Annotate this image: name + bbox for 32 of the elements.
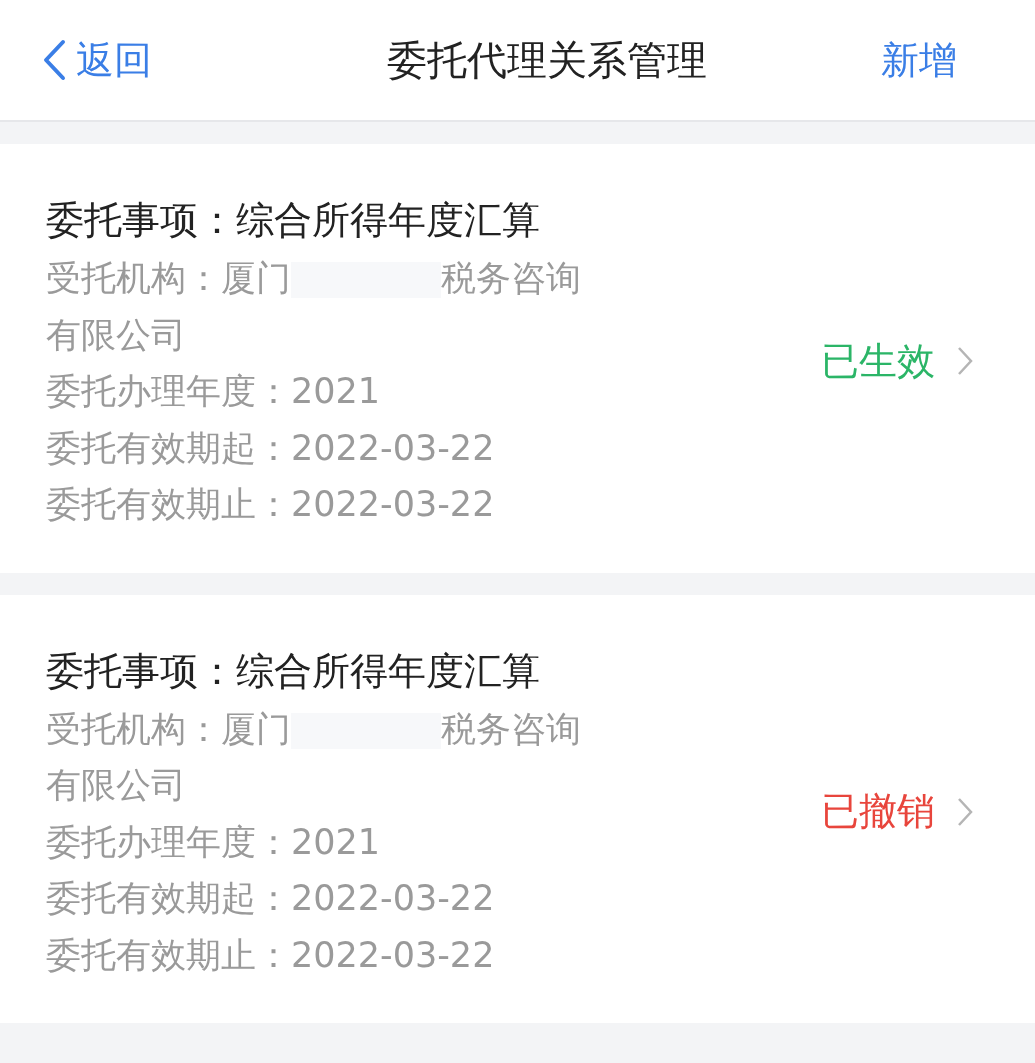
field-value: 厦门 bbox=[221, 258, 291, 298]
chevron-left-icon bbox=[42, 39, 66, 81]
record-card[interactable]: 委托事项：综合所得年度汇算 受托机构：厦门 税务咨询 有限公司 委托办理年度：2021 委托有效期起：2022-03-22 委托有效期止：2022-03-22 已生效 bbox=[0, 144, 1035, 573]
record-title: 委托事项：综合所得年度汇算 bbox=[46, 647, 541, 695]
field-label: 委托有效期止： bbox=[46, 484, 291, 524]
field-value: 税务咨询 bbox=[441, 258, 581, 298]
field-label: 委托有效期起： bbox=[46, 427, 291, 468]
field-value: 2022-03-22 bbox=[291, 878, 495, 918]
record-title: 委托事项：综合所得年度汇算 bbox=[46, 197, 541, 244]
field-value: 有限公司 bbox=[46, 765, 186, 805]
field-label: 受托机构： bbox=[46, 258, 221, 298]
field-label: 受托机构： bbox=[46, 708, 221, 749]
status-label: 已生效 bbox=[821, 337, 935, 385]
page-title: 委托代理关系管理 bbox=[386, 35, 707, 85]
field-label: 委托有效期止： bbox=[46, 934, 291, 975]
field-value: 2021 bbox=[291, 821, 381, 862]
chevron-right-icon bbox=[957, 796, 973, 827]
add-button[interactable]: 新增 bbox=[881, 34, 957, 86]
chevron-right-icon bbox=[957, 346, 973, 377]
field-label: 委托办理年度： bbox=[46, 371, 291, 411]
field-value: 2022-03-22 bbox=[291, 484, 495, 524]
field-label: 委托办理年度： bbox=[46, 821, 291, 862]
back-button[interactable]: 返回 bbox=[42, 34, 152, 86]
field-value: 2022-03-22 bbox=[291, 427, 495, 468]
field-value: 有限公司 bbox=[46, 314, 186, 355]
field-value: 厦门 bbox=[221, 708, 291, 749]
field-label: 委托有效期起： bbox=[46, 878, 291, 918]
field-value: 2021 bbox=[291, 371, 381, 411]
record-card[interactable]: 委托事项：综合所得年度汇算 受托机构：厦门 税务咨询 有限公司 委托办理年度：2021 委托有效期起：2022-03-22 委托有效期止：2022-03-22 已撤销 bbox=[0, 594, 1035, 1023]
field-value: 税务咨询 bbox=[441, 708, 581, 749]
field-value: 2022-03-22 bbox=[291, 934, 495, 975]
status-label: 已撤销 bbox=[821, 788, 935, 836]
